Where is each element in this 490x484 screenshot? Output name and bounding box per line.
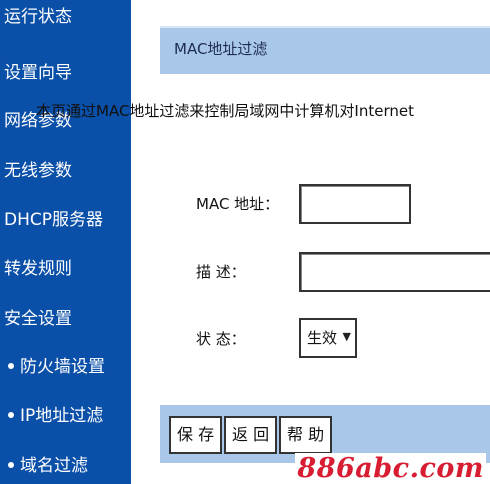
sidebar-item-label: 安全设置 xyxy=(4,309,72,329)
help-button[interactable]: 帮 助 xyxy=(279,416,333,454)
chevron-down-icon[interactable]: ▼ xyxy=(343,330,351,343)
status-label: 状 态： xyxy=(196,330,246,348)
sidebar-item-setup-wizard[interactable]: 设置向导 xyxy=(4,59,72,87)
mac-address-input[interactable] xyxy=(299,184,411,224)
bullet-icon xyxy=(8,411,14,418)
sidebar-item-wireless-params[interactable]: 无线参数 xyxy=(4,157,72,185)
sidebar-item-label: 转发规则 xyxy=(4,259,72,279)
status-select-value: 生效 xyxy=(307,329,338,347)
sidebar-item-running-status[interactable]: 运行状态 xyxy=(4,3,72,31)
back-button[interactable]: 返 回 xyxy=(224,416,278,454)
sidebar-item-label: 设置向导 xyxy=(4,63,72,83)
sidebar-item-ip-filter[interactable]: IP地址过滤 xyxy=(4,402,103,430)
sidebar-item-dhcp-server[interactable]: DHCP服务器 xyxy=(4,206,103,234)
panel-header: MAC地址过滤 xyxy=(160,26,490,74)
sidebar-item-domain-filter[interactable]: 域名过滤 xyxy=(4,452,88,480)
sidebar-item-label: 防火墙设置 xyxy=(20,357,105,377)
description-label: 描 述： xyxy=(196,263,246,281)
sidebar-item-label: IP地址过滤 xyxy=(20,406,104,426)
sidebar-item-firewall[interactable]: 防火墙设置 xyxy=(4,353,105,381)
bullet-icon xyxy=(8,461,14,468)
sidebar-item-label: 域名过滤 xyxy=(20,456,88,476)
sidebar-nav: 运行状态 设置向导 网络参数 无线参数 DHCP服务器 转发规则 安全设置 防火… xyxy=(0,0,133,484)
bullet-icon xyxy=(8,362,14,369)
sidebar-item-label: DHCP服务器 xyxy=(4,210,103,230)
sidebar-item-forwarding-rules[interactable]: 转发规则 xyxy=(4,255,72,283)
description-input[interactable] xyxy=(299,252,490,292)
sidebar-item-label: 无线参数 xyxy=(4,161,72,181)
sidebar-item-label: 运行状态 xyxy=(4,7,72,27)
page-title: MAC地址过滤 xyxy=(174,40,268,58)
save-button[interactable]: 保 存 xyxy=(169,416,223,454)
status-select[interactable]: 生效 ▼ xyxy=(299,318,357,358)
sidebar-item-security[interactable]: 安全设置 xyxy=(4,305,72,333)
mac-address-label: MAC 地址： xyxy=(196,195,280,213)
watermark: 886abc.com xyxy=(295,453,486,484)
page-description: 本页通过MAC地址过滤来控制局域网中计算机对Internet xyxy=(36,102,414,120)
